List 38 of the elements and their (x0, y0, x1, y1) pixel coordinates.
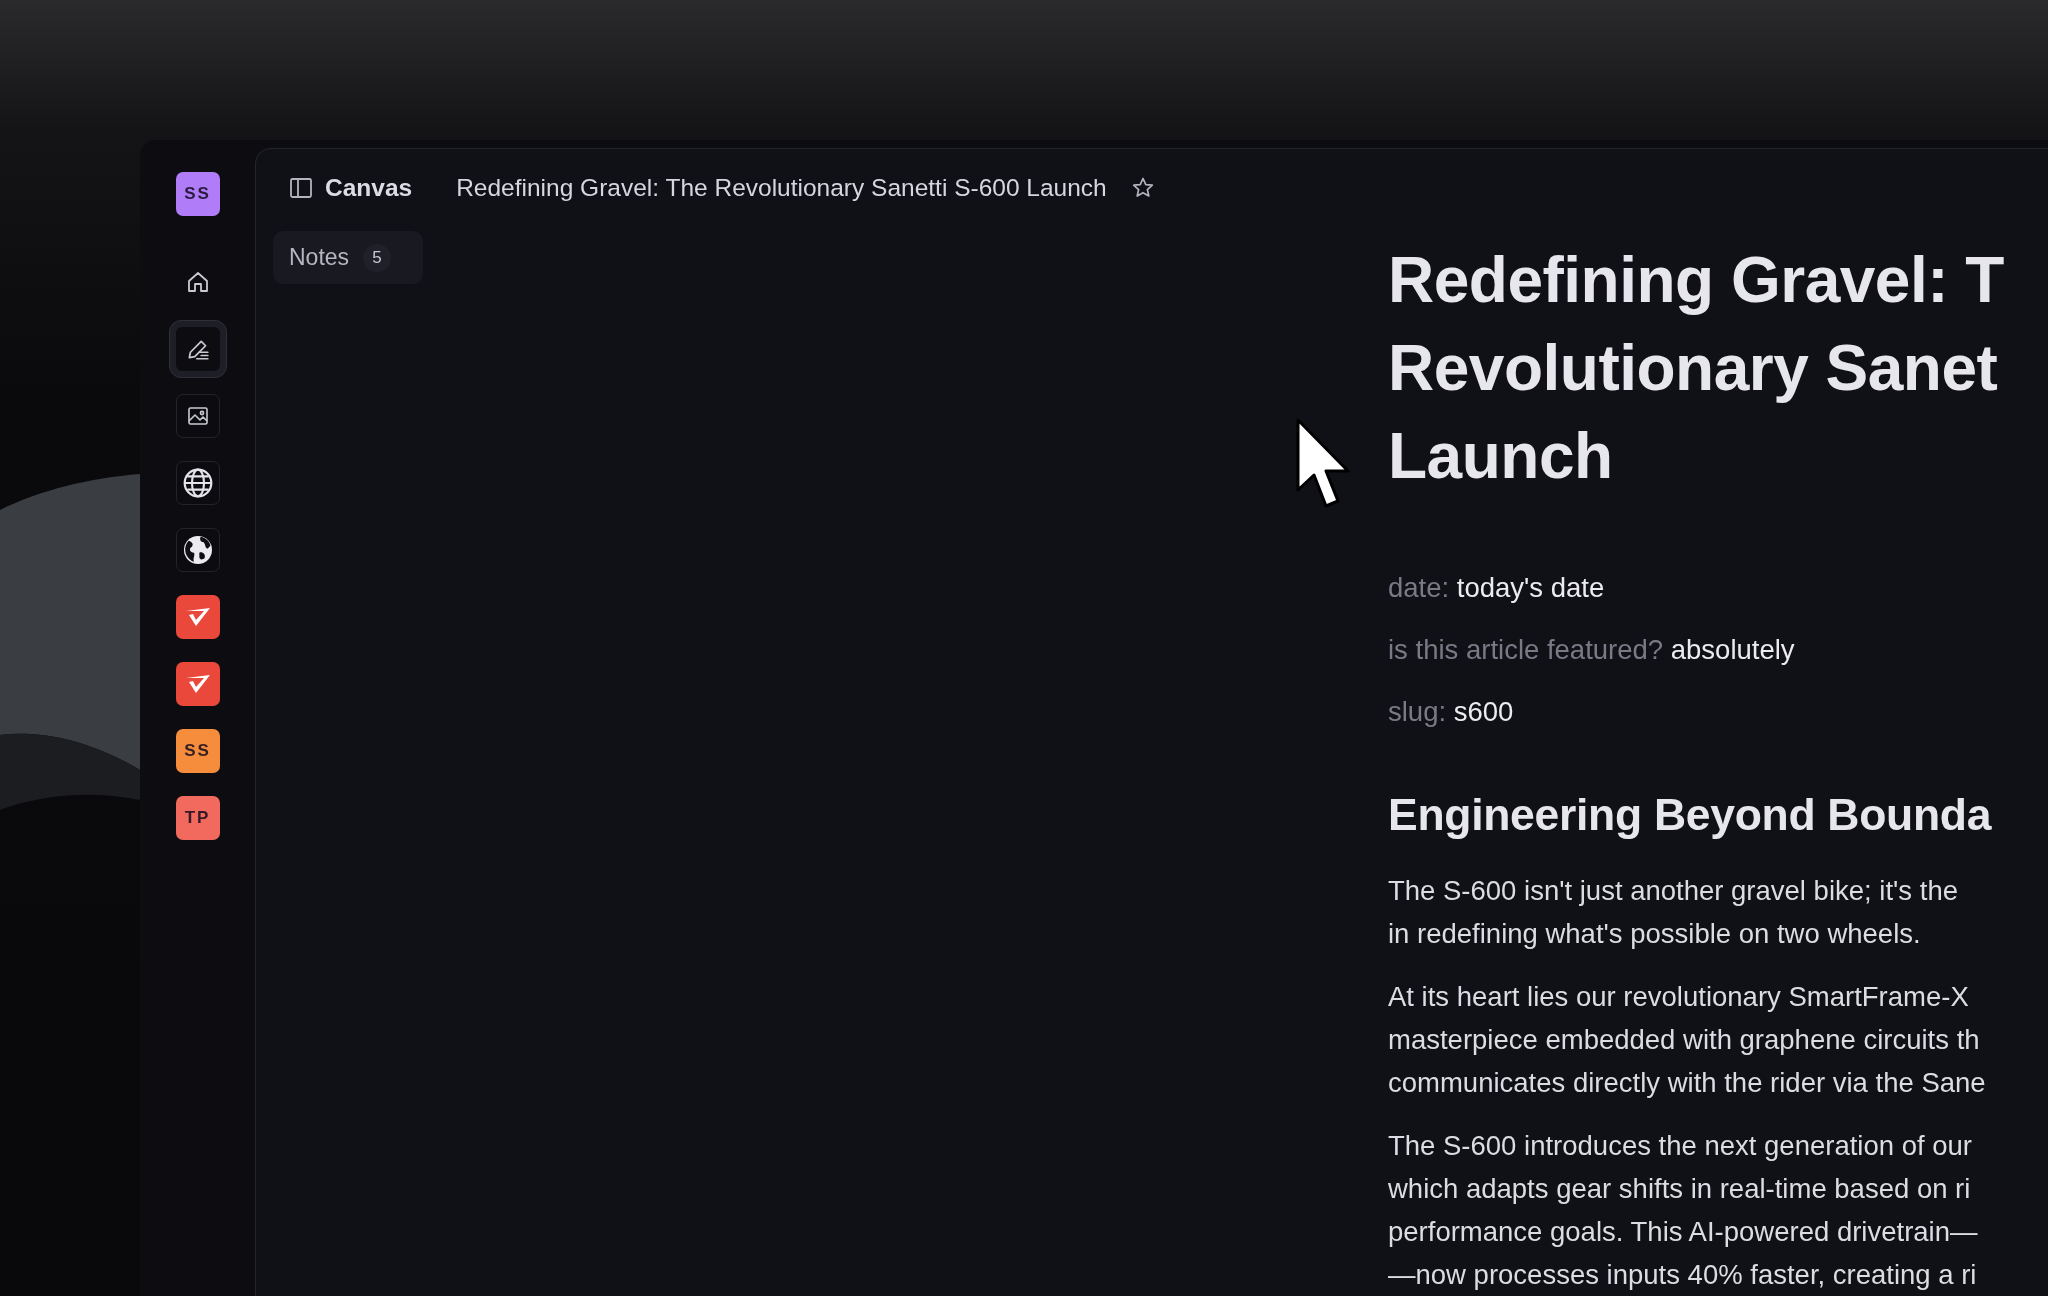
workspace-avatar[interactable]: TP (175, 795, 220, 840)
globe-icon (181, 466, 214, 499)
paragraph-line: The S-600 introduces the next generation of our (1388, 1129, 1972, 1163)
earth-button[interactable] (175, 527, 220, 572)
paragraph-line: performance goals. This AI-powered drivetrain— (1388, 1215, 1978, 1249)
star-icon (1130, 176, 1155, 200)
section-heading: Engineering Beyond Bounda (1388, 789, 1993, 841)
property-value: s600 (1453, 696, 1514, 727)
app-button[interactable] (175, 594, 220, 639)
article-title-line: Launch (1388, 419, 1613, 494)
article-title-line: Revolutionary Sanet (1388, 331, 1998, 406)
notes-tab[interactable]: Notes 5 (273, 231, 423, 284)
canvas-link[interactable]: Canvas (325, 174, 413, 202)
paragraph-line: which adapts gear shifts in real-time based on ri (1388, 1172, 1971, 1206)
paragraph-line: —now processes inputs 40% faster, creating a ri (1388, 1258, 1977, 1292)
paragraph-line: At its heart lies our revolutionary SmartFrame-X (1388, 980, 1969, 1014)
image-button[interactable] (175, 393, 220, 438)
article-title-line: Redefining Gravel: T (1388, 243, 2004, 318)
count-badge: 5 (363, 243, 392, 272)
property-label: is this article featured? (1388, 634, 1664, 665)
property-label: slug: (1388, 696, 1447, 727)
earth-icon (181, 533, 214, 566)
paragraph-line: communicates directly with the rider via the Sane (1388, 1066, 1986, 1100)
globe-button[interactable] (175, 460, 220, 505)
star-button[interactable] (1130, 176, 1155, 200)
property-value: today's date (1456, 572, 1605, 603)
document-title: Redefining Gravel: The Revolutionary Sanetti S-600 Launch (456, 174, 1107, 202)
paragraph-line: The S-600 isn't just another gravel bike; it's the (1388, 874, 1958, 908)
workspace-avatar[interactable]: SS (175, 172, 220, 216)
home-icon (185, 269, 210, 294)
paragraph-line: masterpiece embedded with graphene circuits th (1388, 1023, 1980, 1057)
app-button[interactable] (175, 661, 220, 706)
property-value: absolutely (1670, 634, 1795, 665)
paragraph-line: in redefining what's possible on two wheels. (1388, 917, 1921, 951)
sidebar-toggle-icon[interactable] (289, 177, 313, 199)
workspace-avatar[interactable]: SS (175, 728, 220, 773)
property-label: date: (1388, 572, 1450, 603)
editor-button[interactable] (168, 319, 227, 378)
